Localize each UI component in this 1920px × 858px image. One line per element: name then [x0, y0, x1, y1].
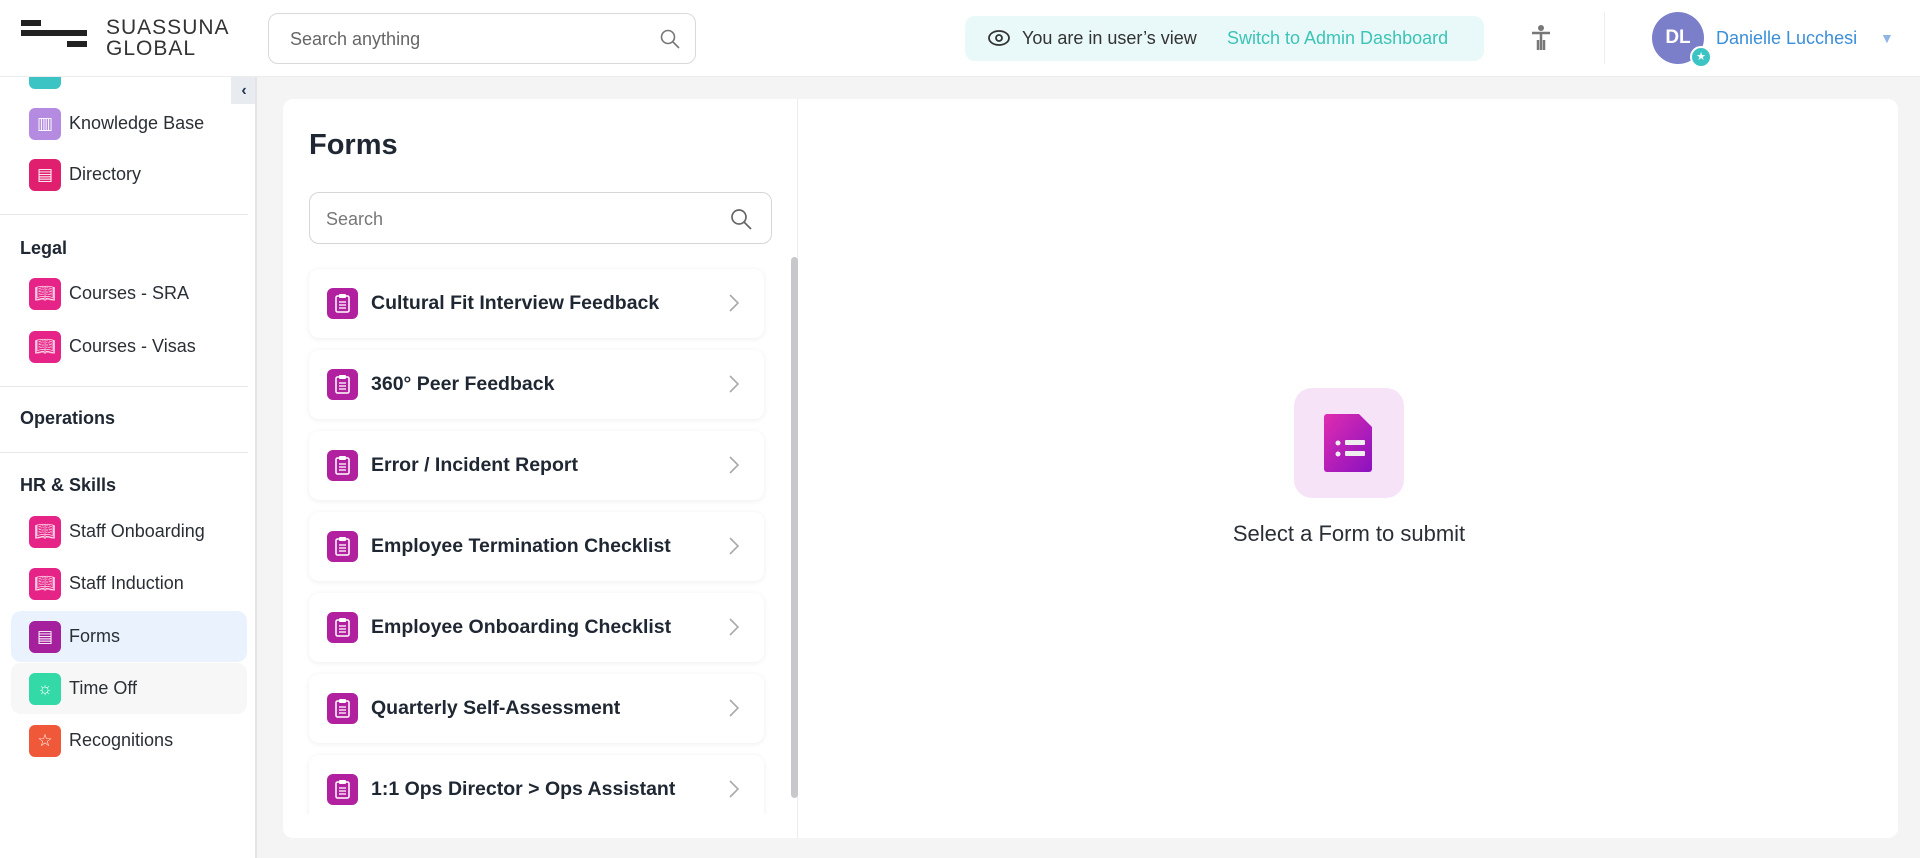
form-list-item[interactable]: Error / Incident Report	[309, 431, 764, 500]
forms-list: Cultural Fit Interview Feedback 360° Peer…	[283, 257, 798, 814]
star-badge-icon: ★	[1690, 46, 1712, 68]
divider	[0, 386, 248, 387]
chevron-down-icon[interactable]: ▼	[1880, 30, 1894, 46]
clipboard-icon	[327, 693, 358, 724]
forms-list-panel: Forms Search Cultural Fit Interview Feed…	[283, 99, 798, 838]
section-legal: Legal	[20, 238, 68, 258]
sidebar-item-forms[interactable]: ▤ Forms	[11, 611, 247, 662]
book-icon: 📖︎	[29, 278, 61, 310]
chevron-right-icon	[729, 780, 740, 798]
empty-state-message: Select a Form to submit	[1232, 521, 1466, 546]
sidebar-item-staff-onboarding[interactable]: 📖︎ Staff Onboarding	[11, 506, 247, 557]
form-document-icon	[1294, 388, 1404, 498]
contact-book-icon: ▤	[29, 159, 61, 191]
chevron-right-icon	[729, 537, 740, 555]
section-operations[interactable]: Operations	[20, 408, 115, 429]
book-icon: 📖︎	[29, 568, 61, 600]
switch-admin-link[interactable]: Switch to Admin Dashboard	[1227, 28, 1448, 49]
form-list-item[interactable]: Quarterly Self-Assessment	[309, 674, 764, 743]
divider	[1604, 12, 1605, 64]
search-placeholder: Search anything	[290, 29, 421, 49]
chevron-right-icon	[729, 699, 740, 717]
sidebar-item-knowledge-base[interactable]: ▥ Knowledge Base	[11, 98, 247, 149]
star-icon: ☆	[29, 725, 61, 757]
forms-search-input[interactable]: Search	[309, 192, 772, 244]
forms-card: Forms Search Cultural Fit Interview Feed…	[283, 99, 1898, 838]
form-list-item[interactable]: 360° Peer Feedback	[309, 350, 764, 419]
section-hr-skills: HR & Skills	[20, 475, 117, 495]
sidebar-item-courses-sra[interactable]: 📖︎ Courses - SRA	[11, 268, 247, 319]
sidebar-item-staff-induction[interactable]: 📖︎ Staff Induction	[11, 558, 247, 609]
view-notice-text: You are in user’s view	[1022, 28, 1197, 48]
scrollbar[interactable]	[791, 257, 798, 798]
sidebar-item-hidden[interactable]	[11, 77, 247, 98]
chevron-right-icon	[729, 294, 740, 312]
top-header: SUASSUNA GLOBAL Search anything You are i…	[0, 0, 1920, 77]
sidebar: ‹ ▥ Knowledge Base ▤ Directory Legal 📖︎ Cou…	[0, 77, 257, 858]
user-name[interactable]: Danielle Lucchesi	[1716, 28, 1857, 49]
form-list-item[interactable]: 1:1 Ops Director > Ops Assistant	[309, 755, 764, 814]
book-icon: 📖︎	[29, 331, 61, 363]
chevron-right-icon	[729, 456, 740, 474]
eye-icon	[988, 30, 1010, 46]
clipboard-icon: ▤	[29, 621, 61, 653]
sidebar-item-time-off[interactable]: ☼ Time Off	[11, 663, 247, 714]
sun-icon: ☼	[29, 673, 61, 705]
sidebar-item-recognitions[interactable]: ☆ Recognitions	[11, 715, 247, 766]
clipboard-icon	[327, 369, 358, 400]
library-icon: ▥	[29, 108, 61, 140]
clipboard-icon	[327, 450, 358, 481]
sidebar-item-directory[interactable]: ▤ Directory	[11, 149, 247, 200]
user-view-notice: You are in user’s view Switch to Admin D…	[965, 16, 1484, 61]
book-icon: 📖︎	[29, 516, 61, 548]
logo-icon	[21, 20, 87, 56]
logo-text: SUASSUNA GLOBAL	[106, 16, 230, 60]
chevron-right-icon	[729, 618, 740, 636]
divider	[0, 452, 248, 453]
form-list-item[interactable]: Employee Onboarding Checklist	[309, 593, 764, 662]
divider	[0, 214, 248, 215]
accessibility-icon[interactable]	[1530, 24, 1552, 52]
clipboard-icon	[327, 774, 358, 805]
global-search-input[interactable]: Search anything	[268, 13, 696, 64]
form-list-item[interactable]: Cultural Fit Interview Feedback	[309, 269, 764, 338]
clipboard-icon	[327, 288, 358, 319]
search-icon	[731, 209, 752, 230]
chevron-right-icon	[729, 375, 740, 393]
clipboard-icon	[327, 612, 358, 643]
search-icon	[660, 29, 680, 49]
page-title: Forms	[309, 129, 398, 161]
form-list-item[interactable]: Employee Termination Checklist	[309, 512, 764, 581]
sidebar-item-courses-visas[interactable]: 📖︎ Courses - Visas	[11, 321, 247, 372]
clipboard-icon	[327, 531, 358, 562]
